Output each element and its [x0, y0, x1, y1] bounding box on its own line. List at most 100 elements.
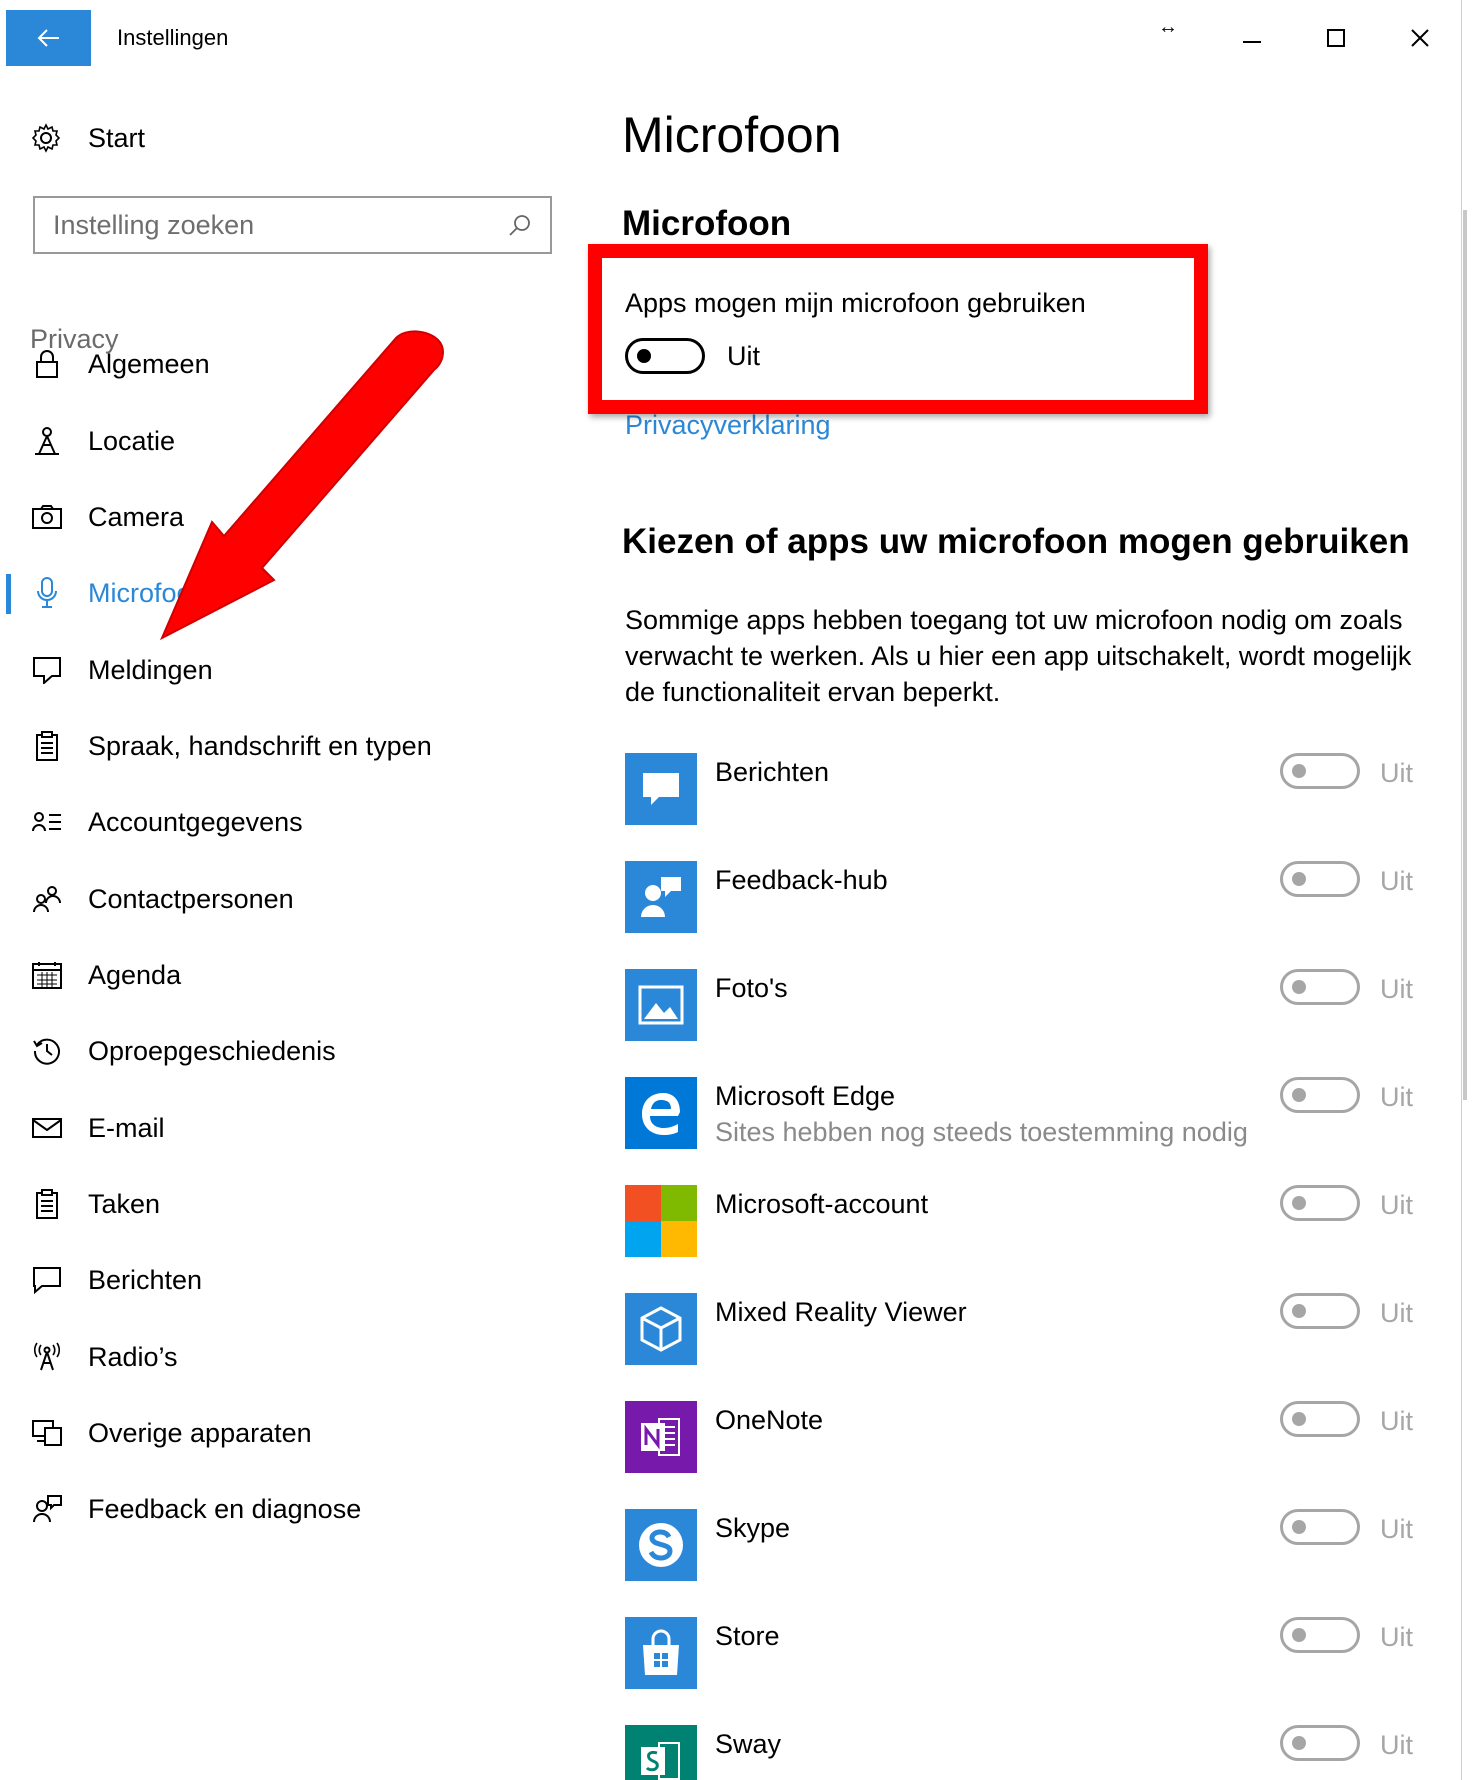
app-status: Uit — [1380, 866, 1413, 896]
toggle-knob — [1292, 980, 1306, 994]
toggle-knob — [1292, 1412, 1306, 1426]
store-icon — [625, 1617, 697, 1689]
app-status: Uit — [1380, 1622, 1413, 1652]
app-name: Microsoft Edge — [715, 1081, 896, 1111]
feedback-hub-icon — [625, 861, 697, 933]
page-title: Microfoon — [622, 107, 842, 163]
toggle-knob — [1292, 1304, 1306, 1318]
lock-icon — [30, 347, 64, 381]
sidebar-item-label: Contactpersonen — [88, 883, 294, 914]
camera-icon — [30, 500, 64, 534]
app-row-microsoft-account: Microsoft-account Uit — [625, 1185, 1425, 1293]
app-status: Uit — [1380, 1514, 1413, 1544]
toggle-knob — [1292, 1196, 1306, 1210]
app-row-feedback-hub: Feedback-hub Uit — [625, 861, 1425, 969]
sidebar-item-spraak[interactable]: Spraak, handschrift en typen — [0, 711, 560, 781]
search-input[interactable] — [53, 209, 508, 241]
section-subtitle: Microfoon — [622, 204, 792, 243]
app-row-berichten: Berichten Uit — [625, 753, 1425, 861]
microsoft-logo-icon — [625, 1185, 697, 1257]
close-icon — [1411, 29, 1429, 47]
app-toggle[interactable] — [1280, 753, 1360, 789]
start-nav-item[interactable]: Start — [30, 122, 145, 154]
notification-icon — [30, 653, 64, 687]
sidebar-item-label: Oproepgeschiedenis — [88, 1035, 336, 1066]
app-status: Uit — [1380, 758, 1413, 788]
sidebar-item-overige-apparaten[interactable]: Overige apparaten — [0, 1398, 560, 1468]
back-button[interactable] — [6, 10, 91, 66]
skype-icon — [625, 1509, 697, 1581]
sidebar-item-oproepgeschiedenis[interactable]: Oproepgeschiedenis — [0, 1016, 560, 1086]
app-permissions-description: Sommige apps hebben toegang tot uw micro… — [625, 605, 1412, 707]
tasks-icon — [30, 1187, 64, 1221]
app-toggle[interactable] — [1280, 1293, 1360, 1329]
window-controls: ↔ — [1158, 10, 1462, 66]
app-toggle[interactable] — [1280, 861, 1360, 897]
app-toggle[interactable] — [1280, 1185, 1360, 1221]
toggle-knob — [1292, 764, 1306, 778]
sidebar-item-feedback-en-diagnose[interactable]: Feedback en diagnose — [0, 1474, 560, 1544]
app-row-microsoft-edge: Microsoft Edge Sites hebben nog steeds t… — [625, 1077, 1425, 1185]
app-toggle[interactable] — [1280, 1401, 1360, 1437]
privacy-statement-link[interactable]: Privacyverklaring — [625, 410, 831, 441]
account-info-icon — [30, 805, 64, 839]
app-name: Microsoft-account — [715, 1189, 929, 1219]
toggle-knob — [1292, 1628, 1306, 1642]
sidebar-item-email[interactable]: E-mail — [0, 1093, 560, 1163]
minimize-button[interactable] — [1210, 10, 1294, 66]
sidebar-item-taken[interactable]: Taken — [0, 1169, 560, 1239]
sidebar-item-label: Radio’s — [88, 1341, 178, 1372]
app-toggle[interactable] — [1280, 1077, 1360, 1113]
sidebar-item-label: Feedback en diagnose — [88, 1493, 362, 1524]
app-name: Sway — [715, 1729, 782, 1759]
sway-icon — [625, 1725, 697, 1780]
title-bar: Instellingen ↔ — [6, 10, 1462, 66]
sidebar-item-label: Taken — [88, 1188, 161, 1219]
gear-icon — [31, 123, 61, 153]
location-person-icon — [30, 424, 64, 458]
messaging-app-icon — [625, 753, 697, 825]
app-name: OneNote — [715, 1405, 824, 1435]
resize-icon: ↔ — [1158, 16, 1178, 38]
photos-icon — [625, 969, 697, 1041]
maximize-button[interactable] — [1294, 10, 1378, 66]
app-permissions-title: Kiezen of apps uw microfoon mogen gebrui… — [622, 522, 1410, 561]
mail-icon — [30, 1111, 64, 1145]
app-name: Feedback-hub — [715, 865, 888, 895]
app-toggle[interactable] — [1280, 969, 1360, 1005]
app-row-store: Store Uit — [625, 1617, 1425, 1725]
app-toggle[interactable] — [1280, 1725, 1360, 1761]
sidebar-item-berichten[interactable]: Berichten — [0, 1245, 560, 1315]
app-status: Uit — [1380, 1730, 1413, 1760]
minimize-icon — [1243, 41, 1261, 43]
sidebar-item-label: Agenda — [88, 959, 182, 990]
app-row-skype: Skype Uit — [625, 1509, 1425, 1617]
app-row-sway: Sway Uit — [625, 1725, 1425, 1780]
sidebar-item-accountgegevens[interactable]: Accountgegevens — [0, 787, 560, 857]
arrow-left-icon — [37, 29, 59, 47]
app-name: Foto's — [715, 973, 788, 1003]
toggle-knob — [1292, 872, 1306, 886]
clipboard-icon — [30, 729, 64, 763]
close-button[interactable] — [1378, 10, 1462, 66]
app-status: Uit — [1380, 1082, 1413, 1112]
contacts-icon — [30, 882, 64, 916]
app-name: Mixed Reality Viewer — [715, 1297, 967, 1327]
scrollbar[interactable] — [1463, 210, 1467, 1100]
sidebar-item-label: Meldingen — [88, 654, 213, 685]
app-toggle[interactable] — [1280, 1509, 1360, 1545]
sidebar-item-label: E-mail — [88, 1112, 165, 1143]
sidebar-item-radios[interactable]: Radio’s — [0, 1322, 560, 1392]
sidebar-item-contactpersonen[interactable]: Contactpersonen — [0, 864, 560, 934]
highlight-box — [588, 244, 1208, 414]
app-toggle[interactable] — [1280, 1617, 1360, 1653]
app-name: Skype — [715, 1513, 791, 1543]
start-label: Start — [88, 122, 146, 153]
search-icon[interactable] — [508, 213, 532, 237]
search-box[interactable] — [33, 196, 552, 254]
sidebar-item-agenda[interactable]: Agenda — [0, 940, 560, 1010]
window-title: Instellingen — [117, 25, 229, 50]
calendar-icon — [30, 958, 64, 992]
app-name: Store — [715, 1621, 780, 1651]
app-subtitle: Sites hebben nog steeds toestemming nodi… — [715, 1117, 1248, 1147]
